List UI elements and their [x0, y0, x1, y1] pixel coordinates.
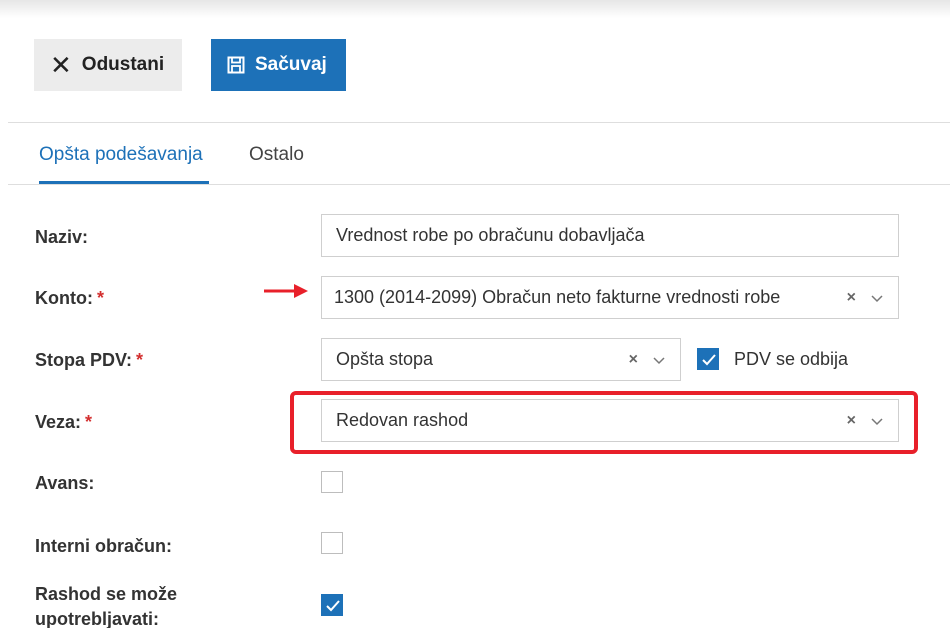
stopa-pdv-select[interactable]: Opšta stopa × — [321, 338, 681, 381]
rashod-label-line2: upotrebljavati: — [35, 609, 160, 628]
clear-icon[interactable]: × — [847, 289, 856, 307]
required-marker: * — [136, 350, 144, 370]
tabs-divider — [8, 184, 950, 185]
interni-obracun-label: Interni obračun: — [35, 536, 173, 556]
checkmark-icon — [326, 600, 340, 612]
konto-select[interactable]: 1300 (2014-2099) Obračun neto fakturne v… — [321, 276, 899, 319]
pdv-se-odbija-checkbox[interactable] — [697, 348, 719, 370]
cancel-button[interactable]: ✕ Odustani — [34, 39, 182, 91]
avans-label: Avans: — [35, 473, 95, 493]
toolbar-divider — [8, 122, 950, 123]
konto-value: 1300 (2014-2099) Obračun neto fakturne v… — [334, 287, 781, 307]
naziv-input[interactable]: Vrednost robe po obračunu dobavljača — [321, 214, 899, 257]
veza-highlight-box — [290, 391, 918, 454]
konto-label-text: Konto: — [35, 288, 93, 308]
rashod-checkbox[interactable] — [321, 594, 343, 616]
save-label: Sačuvaj — [255, 54, 327, 75]
avans-checkbox[interactable] — [321, 471, 343, 493]
chevron-down-icon[interactable] — [652, 353, 666, 367]
required-marker: * — [85, 412, 93, 432]
required-marker: * — [96, 288, 104, 308]
red-arrow-icon — [264, 284, 308, 298]
interni-obracun-checkbox[interactable] — [321, 532, 343, 554]
naziv-label: Naziv: — [35, 227, 89, 247]
clear-icon[interactable]: × — [629, 351, 638, 369]
checkmark-icon — [702, 354, 716, 366]
konto-label: Konto: * — [35, 288, 104, 309]
cancel-label: Odustani — [81, 54, 165, 75]
stopa-pdv-label-text: Stopa PDV: — [35, 350, 133, 370]
close-icon: ✕ — [50, 50, 72, 80]
naziv-value: Vrednost robe po obračunu dobavljača — [336, 225, 645, 245]
stopa-pdv-label: Stopa PDV: * — [35, 350, 143, 371]
pdv-se-odbija-label: PDV se odbija — [734, 349, 849, 369]
veza-label-text: Veza: — [35, 412, 82, 432]
chevron-down-icon[interactable] — [870, 291, 884, 305]
tab-opsta-podesavanja[interactable]: Opšta podešavanja — [39, 144, 203, 166]
rashod-label: Rashod se može upotrebljavati: — [35, 582, 177, 628]
save-icon — [227, 56, 245, 74]
veza-label: Veza: * — [35, 412, 92, 433]
top-shadow — [0, 0, 950, 18]
stopa-pdv-value: Opšta stopa — [336, 349, 434, 369]
tab-ostalo[interactable]: Ostalo — [249, 144, 304, 166]
save-button[interactable]: Sačuvaj — [211, 39, 346, 91]
rashod-label-line1: Rashod se može — [35, 584, 178, 604]
